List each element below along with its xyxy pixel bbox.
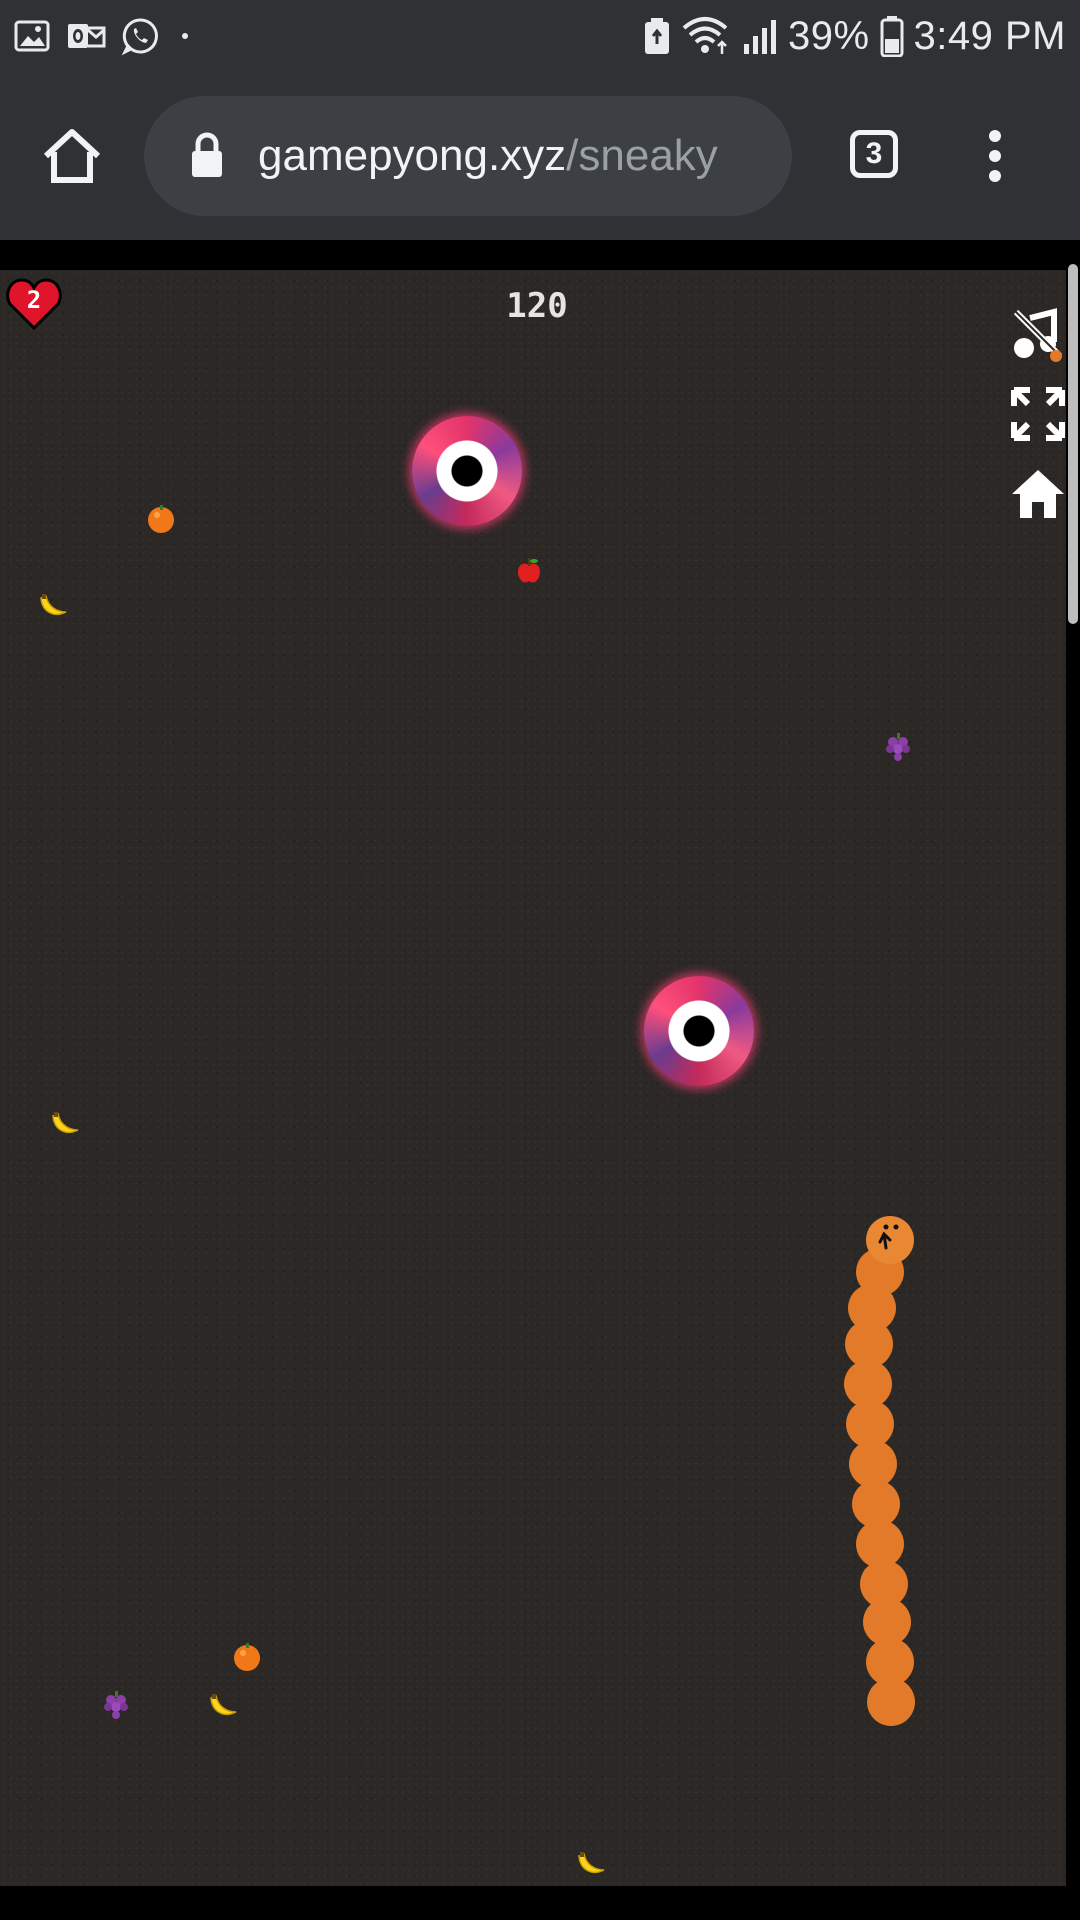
tabs-icon[interactable]: 3: [850, 130, 898, 178]
url-path: /sneaky: [566, 131, 718, 180]
status-left-icons: [12, 14, 188, 58]
tab-count: 3: [865, 137, 883, 170]
status-right: 39% 3:49 PM: [642, 10, 1066, 62]
status-bar: 39% 3:49 PM: [0, 0, 1080, 72]
notification-dot-icon: [182, 33, 188, 39]
grape-icon: [104, 1691, 128, 1719]
url-text[interactable]: gamepyong.xyz/sneaky: [258, 126, 718, 186]
banana-icon: [40, 594, 67, 616]
music-off-icon[interactable]: [1010, 306, 1066, 362]
banana-icon: [210, 1694, 237, 1716]
signal-icon: [743, 20, 776, 54]
portal: [412, 416, 522, 526]
lives-indicator: 2: [6, 276, 62, 332]
bottom-nav-strip: [0, 1888, 1080, 1920]
fullscreen-icon[interactable]: [1010, 386, 1066, 442]
lives-count: 2: [26, 286, 42, 314]
clock: 3:49 PM: [913, 13, 1066, 58]
address-bar[interactable]: gamepyong.xyz/sneaky: [144, 96, 792, 216]
snake-face-icon: [878, 1224, 899, 1250]
url-host: gamepyong.xyz: [258, 131, 567, 180]
whatsapp-icon: [121, 18, 158, 56]
portal: [644, 976, 754, 1086]
battery-percent: 39%: [787, 13, 870, 58]
more-vert-icon[interactable]: [980, 128, 1010, 184]
home-icon[interactable]: [40, 124, 104, 188]
gallery-icon: [14, 20, 50, 52]
battery-icon: [880, 16, 904, 57]
orange-icon: [148, 505, 174, 533]
apple-icon: [518, 558, 540, 583]
outlook-icon: [68, 24, 106, 48]
home-icon[interactable]: [1010, 466, 1066, 522]
banana-icon: [52, 1112, 79, 1134]
score-display: 120: [506, 286, 568, 326]
browser-toolbar: gamepyong.xyz/sneaky 3: [0, 72, 1080, 240]
battery-saver-icon: [644, 18, 669, 54]
banana-icon: [578, 1852, 605, 1874]
grape-icon: [886, 733, 910, 761]
lock-icon[interactable]: [190, 132, 224, 178]
orange-icon: [234, 1643, 260, 1671]
wifi-icon: [682, 17, 728, 54]
scrollbar[interactable]: [1068, 264, 1078, 624]
snake-head: [866, 1216, 914, 1264]
